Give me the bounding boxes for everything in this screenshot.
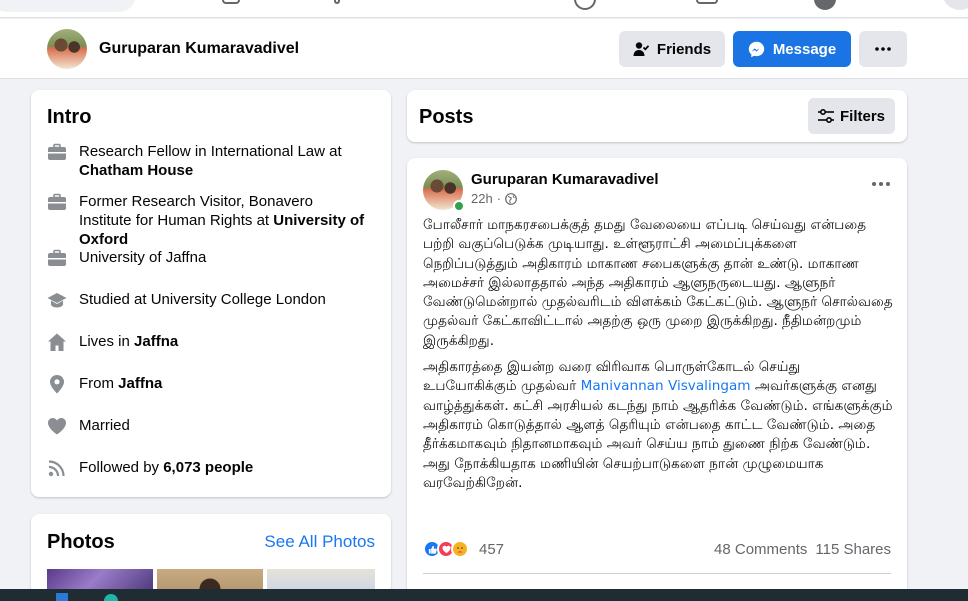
profile-header-bar: Guruparan Kumaravadivel Friends Message (0, 19, 968, 79)
shares-count-link[interactable]: 115 Shares (815, 541, 891, 558)
filters-label: Filters (839, 107, 885, 125)
post-paragraph: அதிகாரத்தை இயன்ற வரை விரிவாக பொருள்கோடல்… (423, 358, 893, 493)
message-button-label: Message (772, 40, 837, 58)
photos-title: Photos (47, 531, 115, 553)
search-bar[interactable] (0, 0, 136, 12)
post-author-name[interactable]: Guruparan Kumaravadivel (471, 171, 659, 188)
nav-watch-icon[interactable] (334, 0, 340, 4)
intro-item-work: Research Fellow in International Law at … (47, 142, 369, 180)
intro-item-text: Married (79, 417, 130, 434)
mention-link[interactable]: Manivannan Visvalingam (581, 378, 751, 394)
intro-item-from: From Jaffna (47, 374, 369, 394)
intro-item-work: University of Jaffna (47, 248, 369, 268)
rss-icon (48, 460, 65, 477)
intro-title: Intro (47, 106, 92, 128)
profile-name[interactable]: Guruparan Kumaravadivel (99, 40, 299, 58)
friends-button[interactable]: Friends (619, 31, 725, 67)
post-paragraph: போலீசார் மாநகரசபைக்குத் தமது வேலையை எப்ப… (423, 217, 893, 349)
intro-item-bold[interactable]: Jaffna (134, 333, 178, 350)
see-all-photos-link[interactable]: See All Photos (264, 532, 375, 552)
intro-item-work: Former Research Visitor, Bonavero Instit… (47, 192, 369, 249)
briefcase-icon (48, 193, 66, 210)
filter-sliders-icon (817, 109, 834, 123)
post-timestamp: 22h · (471, 191, 517, 206)
intro-item-bold[interactable]: Jaffna (118, 375, 162, 392)
posts-title: Posts (419, 106, 474, 128)
intro-item-followers: Followed by 6,073 people (47, 458, 369, 478)
friends-button-label: Friends (656, 40, 712, 58)
globe-icon (505, 192, 517, 205)
care-reaction-icon (451, 540, 469, 558)
post-card: Guruparan Kumaravadivel 22h · போலீசார் ம… (407, 158, 907, 598)
intro-item-text: Lives in (79, 333, 135, 350)
intro-item-lives-in: Lives in Jaffna (47, 332, 369, 352)
photos-card: Photos See All Photos (31, 514, 391, 594)
briefcase-icon (48, 249, 66, 266)
intro-item-bold[interactable]: Chatham House (79, 162, 193, 179)
nav-marketplace-icon[interactable] (696, 0, 718, 4)
messenger-icon (748, 41, 765, 57)
friend-check-icon (633, 42, 649, 56)
taskbar-app-icon[interactable] (104, 594, 118, 601)
intro-item-text: Research Fellow in International Law at (79, 143, 342, 160)
online-status-dot (453, 200, 465, 212)
reaction-count: 457 (479, 540, 505, 558)
post-engagement-stats: 48 Comments 115 Shares (714, 541, 891, 558)
separator-dot: · (496, 191, 502, 206)
post-divider (423, 573, 891, 574)
home-icon (48, 333, 66, 351)
location-pin-icon (50, 375, 64, 394)
nav-account-avatar[interactable] (814, 0, 836, 10)
message-button[interactable]: Message (733, 31, 851, 67)
nav-gaming-icon[interactable] (574, 0, 596, 10)
reactions-summary[interactable]: 457 (423, 540, 504, 558)
intro-item-text: From (79, 375, 119, 392)
post-text-segment: அவர்களுக்கு எனது வாழ்த்துக்கள். கட்சி அர… (423, 378, 893, 491)
intro-item-relationship: Married (47, 416, 369, 436)
graduation-cap-icon (47, 293, 67, 308)
top-navigation-bar (0, 0, 968, 18)
more-dots-icon (875, 47, 891, 51)
more-options-button[interactable] (859, 31, 907, 67)
post-options-button[interactable] (869, 176, 893, 192)
briefcase-icon (48, 143, 66, 160)
heart-icon (48, 418, 66, 435)
intro-item-text[interactable]: University of Jaffna (79, 249, 206, 266)
comments-count-link[interactable]: 48 Comments (714, 541, 807, 558)
post-time-text[interactable]: 22h (471, 191, 493, 206)
intro-item-bold[interactable]: 6,073 people (163, 459, 253, 476)
posts-header-card: Posts Filters (407, 90, 907, 142)
nav-groups-icon[interactable] (222, 0, 240, 4)
intro-item-text[interactable]: Studied at University College London (79, 291, 326, 308)
intro-card: Intro Research Fellow in International L… (31, 90, 391, 497)
nav-menu-button[interactable] (942, 0, 968, 10)
taskbar-app-icon[interactable] (56, 593, 68, 601)
intro-item-education: Studied at University College London (47, 290, 369, 310)
filters-button[interactable]: Filters (808, 98, 895, 134)
post-text: போலீசார் மாநகரசபைக்குத் தமது வேலையை எப்ப… (423, 216, 893, 500)
more-dots-icon (872, 182, 876, 186)
os-taskbar (0, 589, 968, 601)
intro-item-text: Followed by (79, 459, 164, 476)
profile-avatar[interactable] (47, 29, 87, 69)
